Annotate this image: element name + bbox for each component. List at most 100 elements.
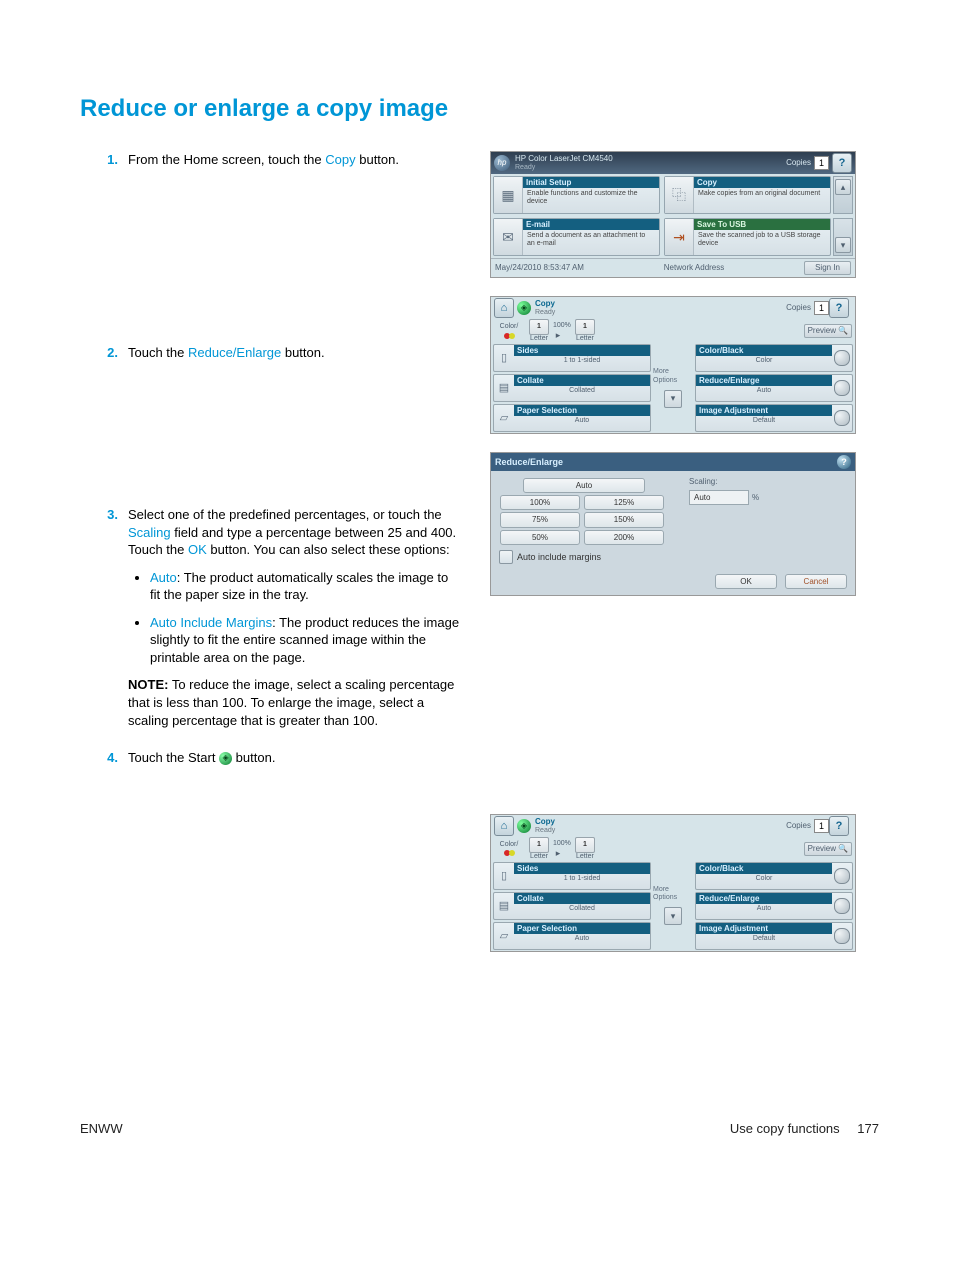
ok-button[interactable]: OK <box>715 574 777 589</box>
more-options-label[interactable]: More Options <box>653 886 693 902</box>
chevron-down-icon[interactable]: ▾ <box>664 907 682 925</box>
preview-button[interactable]: Preview 🔍 <box>804 324 852 337</box>
preview-button[interactable]: Preview 🔍 <box>804 842 852 855</box>
imgadj-circle-icon <box>834 410 850 426</box>
note-label: NOTE: <box>128 677 168 692</box>
chevron-down-icon[interactable]: ▾ <box>664 390 682 408</box>
screenshot-home: hp HP Color LaserJet CM4540 Ready Copies… <box>490 151 856 278</box>
network-address[interactable]: Network Address <box>584 263 804 272</box>
scaling-label: Scaling: <box>689 477 847 486</box>
tile-copy[interactable]: ⿻ Copy Make copies from an original docu… <box>664 176 831 214</box>
tile-initial-setup[interactable]: ▦ Initial Setup Enable functions and cus… <box>493 176 660 214</box>
start-icon: ◈ <box>219 752 232 765</box>
color-dot-yellow <box>509 333 515 339</box>
sign-in-button[interactable]: Sign In <box>804 261 851 274</box>
step-4: Touch the Start ◈ button. <box>80 749 460 767</box>
scaling-link: Scaling <box>128 525 171 540</box>
more-options-label[interactable]: More Options <box>653 368 693 384</box>
option-reduce-enlarge[interactable]: Reduce/Enlarge Auto <box>695 892 853 920</box>
collate-title: Collate <box>514 375 650 386</box>
copy-title: Copy <box>535 817 555 826</box>
copies-value[interactable]: 1 <box>814 301 829 315</box>
step-3-text-c: button. You can also select these option… <box>207 542 450 557</box>
tile-save-usb[interactable]: ⇥ Save To USB Save the scanned job to a … <box>664 218 831 256</box>
pct-75-button[interactable]: 75% <box>500 512 580 527</box>
home-icon[interactable]: ⌂ <box>494 298 514 318</box>
help-icon[interactable]: ? <box>829 816 849 836</box>
tile-initial-setup-title: Initial Setup <box>523 177 659 188</box>
auto-include-margins-checkbox[interactable] <box>499 550 513 564</box>
collate-title: Collate <box>514 893 650 904</box>
color-circle-icon <box>834 868 850 884</box>
option-paper-selection[interactable]: ▱ Paper Selection Auto <box>493 404 651 432</box>
copies-label: Copies <box>786 821 811 830</box>
screenshot-copy-options-final: ⌂ ◈ Copy Ready Copies 1 ? <box>490 814 856 952</box>
reduce-value: Auto <box>696 386 832 396</box>
help-icon[interactable]: ? <box>829 298 849 318</box>
preview-label: Preview <box>808 326 836 335</box>
bullet-auto-text: : The product automatically scales the i… <box>150 570 448 603</box>
scaling-input[interactable]: Auto <box>689 490 749 505</box>
option-color-black[interactable]: Color/Black Color <box>695 344 853 372</box>
option-color-black[interactable]: Color/Black Color <box>695 862 853 890</box>
sides-icon: ▯ <box>494 863 514 889</box>
option-reduce-enlarge[interactable]: Reduce/Enlarge Auto <box>695 374 853 402</box>
copies-value[interactable]: 1 <box>814 819 829 833</box>
paper-icon: ▱ <box>494 923 514 949</box>
color-label: Color/ <box>500 841 519 849</box>
pct-100-button[interactable]: 100% <box>500 495 580 510</box>
help-icon[interactable]: ? <box>837 455 851 469</box>
tile-initial-setup-sub: Enable functions and customize the devic… <box>527 190 655 206</box>
option-image-adjustment[interactable]: Image Adjustment Default <box>695 922 853 950</box>
magnifier-icon: 🔍 <box>838 326 848 335</box>
scroll-down-icon[interactable]: ▾ <box>835 237 851 253</box>
copy-status: Ready <box>535 309 555 317</box>
tile-email[interactable]: ✉ E-mail Send a document as an attachmen… <box>493 218 660 256</box>
step-2: Touch the Reduce/Enlarge button. <box>80 344 460 487</box>
option-collate[interactable]: ▤ Collate Collated <box>493 374 651 402</box>
reduce-title: Reduce/Enlarge <box>696 893 832 904</box>
option-paper-selection[interactable]: ▱ Paper Selection Auto <box>493 922 651 950</box>
start-icon[interactable]: ◈ <box>517 301 531 315</box>
dest-size: Letter <box>575 853 595 861</box>
copies-value[interactable]: 1 <box>814 156 829 170</box>
dest-page-icon: 1 <box>575 319 595 335</box>
option-sides[interactable]: ▯ Sides 1 to 1-sided <box>493 344 651 372</box>
reduce-value: Auto <box>696 904 832 914</box>
color-dot-yellow <box>509 850 515 856</box>
scroll-up-icon[interactable]: ▴ <box>835 179 851 195</box>
sides-value: 1 to 1-sided <box>514 356 650 366</box>
step-4-text-b: button. <box>232 750 275 765</box>
usb-icon: ⇥ <box>665 219 694 255</box>
step-4-text-a: Touch the Start <box>128 750 219 765</box>
footer-left: ENWW <box>80 1121 730 1136</box>
step-2-text-b: button. <box>281 345 324 360</box>
collate-value: Collated <box>514 386 650 396</box>
option-collate[interactable]: ▤ Collate Collated <box>493 892 651 920</box>
device-status: Ready <box>515 164 786 172</box>
start-icon[interactable]: ◈ <box>517 819 531 833</box>
pct-50-button[interactable]: 50% <box>500 530 580 545</box>
cancel-button[interactable]: Cancel <box>785 574 847 589</box>
bullet-auto: Auto: The product automatically scales t… <box>150 569 460 604</box>
option-image-adjustment[interactable]: Image Adjustment Default <box>695 404 853 432</box>
pct-150-button[interactable]: 150% <box>584 512 664 527</box>
home-icon[interactable]: ⌂ <box>494 816 514 836</box>
help-icon[interactable]: ? <box>832 153 852 173</box>
timestamp: May/24/2010 8:53:47 AM <box>495 263 584 272</box>
sides-icon: ▯ <box>494 345 514 371</box>
paper-title: Paper Selection <box>514 923 650 934</box>
tile-save-usb-sub: Save the scanned job to a USB storage de… <box>698 232 826 248</box>
option-sides[interactable]: ▯ Sides 1 to 1-sided <box>493 862 651 890</box>
paper-icon: ▱ <box>494 405 514 431</box>
reduce-circle-icon <box>834 898 850 914</box>
source-page-icon: 1 <box>529 319 549 335</box>
colorblack-title: Color/Black <box>696 863 832 874</box>
ok-link: OK <box>188 542 207 557</box>
setup-icon: ▦ <box>494 177 523 213</box>
pct-125-button[interactable]: 125% <box>584 495 664 510</box>
pct-200-button[interactable]: 200% <box>584 530 664 545</box>
tile-save-usb-title: Save To USB <box>694 219 830 230</box>
auto-button[interactable]: Auto <box>523 478 645 493</box>
screenshot-copy-options: ⌂ ◈ Copy Ready Copies 1 ? <box>490 296 856 434</box>
